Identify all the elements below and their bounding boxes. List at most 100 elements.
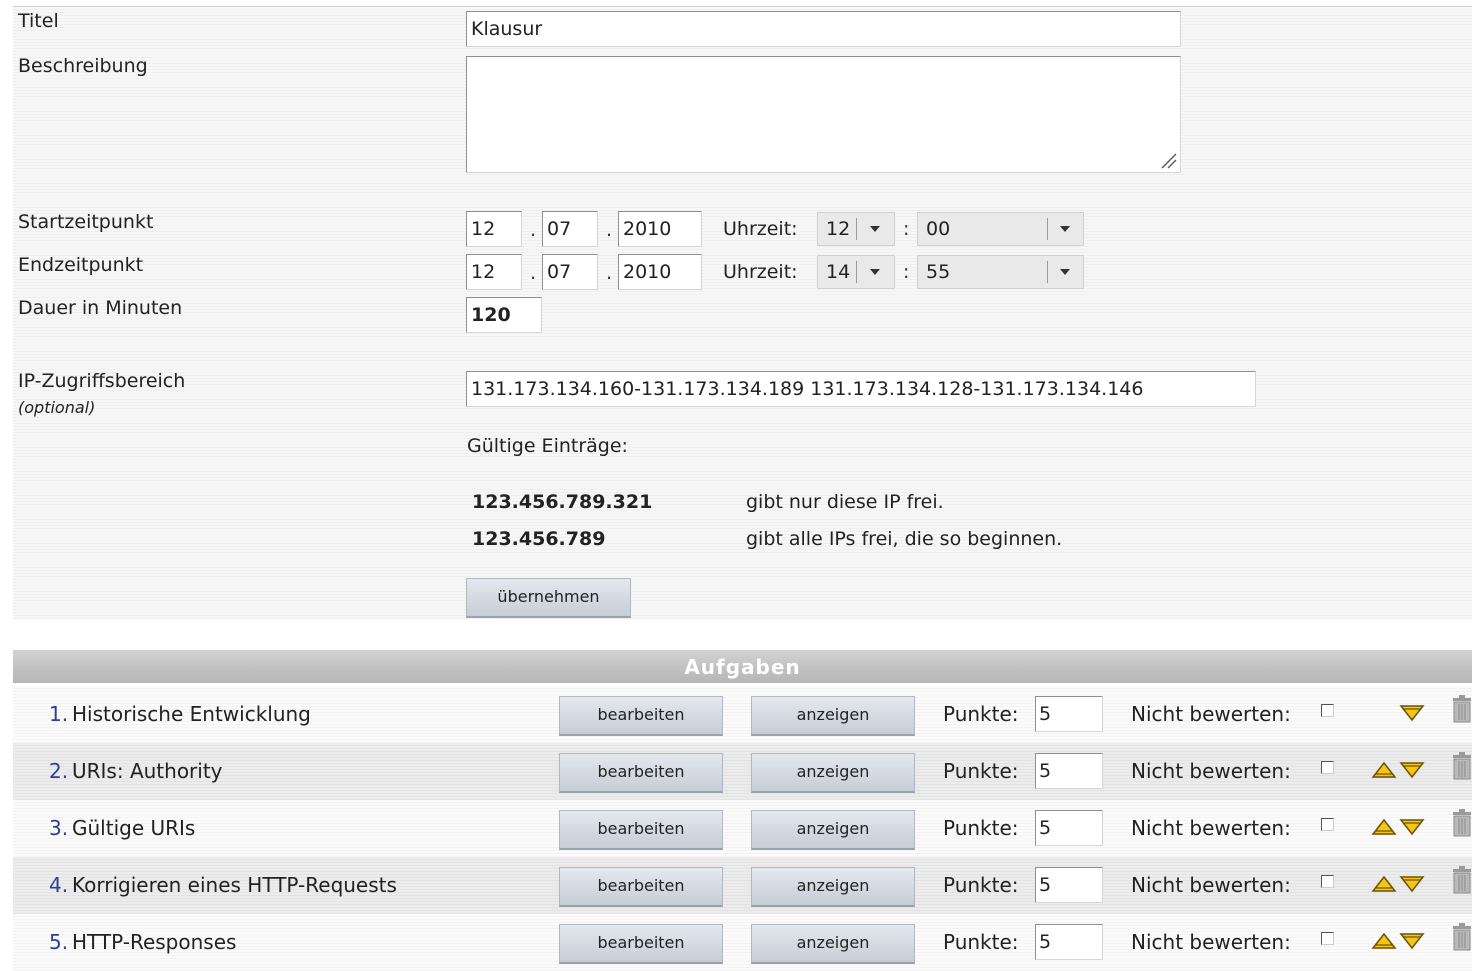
- start-time-label: Uhrzeit:: [723, 218, 798, 240]
- points-input[interactable]: 5: [1035, 753, 1103, 789]
- end-label: Endzeitpunkt: [18, 254, 144, 276]
- time-separator: :: [903, 218, 910, 240]
- resize-handle-icon[interactable]: [1158, 150, 1178, 170]
- no-grade-checkbox[interactable]: [1321, 704, 1334, 717]
- apply-button[interactable]: übernehmen: [466, 578, 631, 618]
- triangle-up-icon[interactable]: [1371, 761, 1397, 779]
- end-minute-value: 55: [926, 261, 951, 283]
- points-label: Punkte:: [943, 816, 1019, 840]
- show-task-button[interactable]: anzeigen: [751, 810, 915, 850]
- task-title: Gültige URIs: [72, 816, 196, 840]
- show-task-button[interactable]: anzeigen: [751, 867, 915, 907]
- no-grade-checkbox[interactable]: [1321, 761, 1334, 774]
- points-input[interactable]: 5: [1035, 924, 1103, 960]
- date-separator: .: [530, 262, 537, 284]
- points-label: Punkte:: [943, 702, 1019, 726]
- chevron-down-icon: [1060, 226, 1070, 232]
- no-grade-checkbox[interactable]: [1321, 875, 1334, 888]
- trash-icon[interactable]: [1451, 809, 1472, 837]
- start-label: Startzeitpunkt: [18, 211, 154, 233]
- no-grade-checkbox[interactable]: [1321, 818, 1334, 831]
- duration-input[interactable]: 120: [466, 297, 542, 333]
- points-input[interactable]: 5: [1035, 810, 1103, 846]
- tasks-header: Aufgaben: [13, 650, 1472, 683]
- start-hour-select[interactable]: 12: [817, 212, 895, 246]
- start-month-input[interactable]: 07: [542, 211, 598, 247]
- task-number: 3.: [49, 816, 69, 840]
- no-grade-label: Nicht bewerten:: [1131, 873, 1291, 897]
- task-row: 3. Gültige URIs bearbeiten anzeigen Punk…: [13, 800, 1472, 857]
- end-minute-select[interactable]: 55: [917, 255, 1084, 289]
- task-number: 4.: [49, 873, 69, 897]
- points-input[interactable]: 5: [1035, 696, 1103, 732]
- triangle-down-icon[interactable]: [1399, 704, 1425, 722]
- start-day-input[interactable]: 12: [466, 211, 522, 247]
- task-title: Historische Entwicklung: [72, 702, 311, 726]
- no-grade-label: Nicht bewerten:: [1131, 702, 1291, 726]
- triangle-up-icon[interactable]: [1371, 875, 1397, 893]
- date-separator: .: [606, 219, 613, 241]
- triangle-down-icon[interactable]: [1399, 761, 1425, 779]
- edit-task-button[interactable]: bearbeiten: [559, 753, 723, 793]
- show-task-button[interactable]: anzeigen: [751, 753, 915, 793]
- task-row: 1. Historische Entwicklung bearbeiten an…: [13, 686, 1472, 743]
- points-label: Punkte:: [943, 930, 1019, 954]
- end-hour-value: 14: [826, 261, 851, 283]
- description-label: Beschreibung: [18, 55, 148, 77]
- task-number: 5.: [49, 930, 69, 954]
- ip-range-input[interactable]: 131.173.134.160-131.173.134.189 131.173.…: [466, 371, 1256, 407]
- no-grade-label: Nicht bewerten:: [1131, 930, 1291, 954]
- edit-task-button[interactable]: bearbeiten: [559, 696, 723, 736]
- task-row: 4. Korrigieren eines HTTP-Requests bearb…: [13, 857, 1472, 914]
- ip-range-optional-hint: (optional): [18, 398, 96, 417]
- end-time-label: Uhrzeit:: [723, 261, 798, 283]
- trash-icon[interactable]: [1451, 752, 1472, 780]
- start-minute-select[interactable]: 00: [917, 212, 1084, 246]
- triangle-down-icon[interactable]: [1399, 818, 1425, 836]
- description-textarea[interactable]: [466, 56, 1181, 173]
- trash-icon[interactable]: [1451, 866, 1472, 894]
- task-title: HTTP-Responses: [72, 930, 237, 954]
- trash-icon[interactable]: [1451, 695, 1472, 723]
- task-row: 2. URIs: Authority bearbeiten anzeigen P…: [13, 743, 1472, 800]
- chevron-down-icon: [1060, 269, 1070, 275]
- start-minute-value: 00: [926, 218, 951, 240]
- edit-task-button[interactable]: bearbeiten: [559, 924, 723, 964]
- chevron-down-icon: [870, 226, 880, 232]
- title-input[interactable]: Klausur: [466, 11, 1181, 47]
- ip-range-label: IP-Zugriffsbereich: [18, 370, 186, 392]
- date-separator: .: [606, 262, 613, 284]
- triangle-down-icon[interactable]: [1399, 932, 1425, 950]
- edit-task-button[interactable]: bearbeiten: [559, 867, 723, 907]
- triangle-up-icon[interactable]: [1371, 932, 1397, 950]
- example-ip-full: 123.456.789.321: [472, 491, 653, 513]
- task-title: URIs: Authority: [72, 759, 223, 783]
- duration-label: Dauer in Minuten: [18, 297, 183, 319]
- start-year-input[interactable]: 2010: [618, 211, 702, 247]
- show-task-button[interactable]: anzeigen: [751, 696, 915, 736]
- trash-icon[interactable]: [1451, 923, 1472, 951]
- edit-task-button[interactable]: bearbeiten: [559, 810, 723, 850]
- task-title: Korrigieren eines HTTP-Requests: [72, 873, 397, 897]
- triangle-up-icon[interactable]: [1371, 818, 1397, 836]
- example-ip-prefix: 123.456.789: [472, 528, 606, 550]
- show-task-button[interactable]: anzeigen: [751, 924, 915, 964]
- triangle-down-icon[interactable]: [1399, 875, 1425, 893]
- end-month-input[interactable]: 07: [542, 254, 598, 290]
- start-hour-value: 12: [826, 218, 851, 240]
- time-separator: :: [903, 261, 910, 283]
- points-label: Punkte:: [943, 873, 1019, 897]
- chevron-down-icon: [870, 269, 880, 275]
- title-label: Titel: [18, 10, 59, 32]
- points-label: Punkte:: [943, 759, 1019, 783]
- no-grade-checkbox[interactable]: [1321, 932, 1334, 945]
- end-hour-select[interactable]: 14: [817, 255, 895, 289]
- task-number: 1.: [49, 702, 69, 726]
- end-day-input[interactable]: 12: [466, 254, 522, 290]
- valid-entries-label: Gültige Einträge:: [467, 435, 628, 457]
- points-input[interactable]: 5: [1035, 867, 1103, 903]
- example-ip-full-desc: gibt nur diese IP frei.: [746, 491, 944, 513]
- task-number: 2.: [49, 759, 69, 783]
- end-year-input[interactable]: 2010: [618, 254, 702, 290]
- task-row: 5. HTTP-Responses bearbeiten anzeigen Pu…: [13, 914, 1472, 971]
